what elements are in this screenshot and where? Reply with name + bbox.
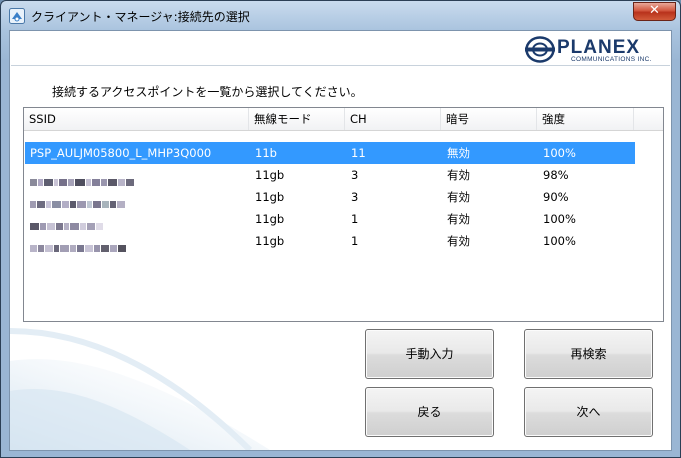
dialog-window: クライアント・マネージャ:接続先の選択 ✕ PLANEX COMMUNICATI…	[0, 0, 681, 458]
mode-cell: 11gb	[255, 234, 285, 248]
encryption-cell: 有効	[447, 168, 470, 182]
table-row[interactable]: PSP_AULJM05800_L_MHP3Q000 11b 11 無効 100%	[25, 142, 635, 164]
ssid-redacted	[30, 171, 135, 186]
ssid-cell: PSP_AULJM05800_L_MHP3Q000	[30, 146, 212, 160]
logo-subtext: COMMUNICATIONS INC.	[571, 56, 652, 63]
table-row[interactable]: 11gb 3 有効 90%	[25, 186, 635, 208]
mode-cell: 11b	[255, 146, 277, 160]
table-row[interactable]: 11gb 3 有効 98%	[25, 164, 635, 186]
column-header-ssid[interactable]: SSID	[24, 108, 249, 130]
encryption-cell: 有効	[447, 212, 470, 226]
header-divider	[11, 65, 670, 66]
app-icon	[9, 8, 25, 24]
encryption-cell: 無効	[447, 146, 470, 160]
title-bar[interactable]: クライアント・マネージャ:接続先の選択 ✕	[1, 1, 680, 31]
access-point-list[interactable]: SSID 無線モード CH 暗号 強度 PSP_AULJM05800_L_MHP…	[23, 107, 664, 322]
strength-cell: 100%	[543, 234, 576, 248]
channel-cell: 3	[351, 168, 359, 182]
manual-input-button[interactable]: 手動入力	[365, 329, 494, 379]
instruction-text: 接続するアクセスポイントを一覧から選択してください。	[52, 85, 363, 99]
channel-cell: 11	[351, 146, 366, 160]
dialog-body: PLANEX COMMUNICATIONS INC. 接続するアクセスポイントを…	[9, 30, 672, 451]
channel-cell: 1	[351, 212, 359, 226]
next-button[interactable]: 次へ	[524, 387, 653, 437]
column-header-channel[interactable]: CH	[345, 108, 441, 130]
mode-cell: 11gb	[255, 190, 285, 204]
channel-cell: 1	[351, 234, 359, 248]
channel-cell: 3	[351, 190, 359, 204]
mode-cell: 11gb	[255, 212, 285, 226]
window-title: クライアント・マネージャ:接続先の選択	[31, 10, 250, 24]
planex-logo: PLANEX COMMUNICATIONS INC.	[523, 35, 663, 65]
encryption-cell: 有効	[447, 190, 470, 204]
planex-emblem-icon	[525, 36, 555, 63]
back-button[interactable]: 戻る	[365, 387, 494, 437]
list-header: SSID 無線モード CH 暗号 強度	[24, 108, 663, 131]
encryption-cell: 有効	[447, 234, 470, 248]
column-header-mode[interactable]: 無線モード	[249, 108, 345, 130]
table-row[interactable]: 11gb 1 有効 100%	[25, 230, 635, 252]
table-row[interactable]: 11gb 1 有効 100%	[25, 208, 635, 230]
mode-cell: 11gb	[255, 168, 285, 182]
strength-cell: 90%	[543, 190, 569, 204]
ssid-redacted	[30, 215, 104, 230]
column-header-strength[interactable]: 強度	[537, 108, 634, 130]
close-button[interactable]: ✕	[633, 2, 676, 21]
strength-cell: 100%	[543, 146, 576, 160]
rescan-button[interactable]: 再検索	[524, 329, 653, 379]
strength-cell: 98%	[543, 168, 569, 182]
strength-cell: 100%	[543, 212, 576, 226]
ssid-redacted	[30, 193, 126, 208]
close-icon: ✕	[649, 3, 660, 18]
column-header-encryption[interactable]: 暗号	[441, 108, 537, 130]
ssid-redacted	[30, 237, 127, 252]
